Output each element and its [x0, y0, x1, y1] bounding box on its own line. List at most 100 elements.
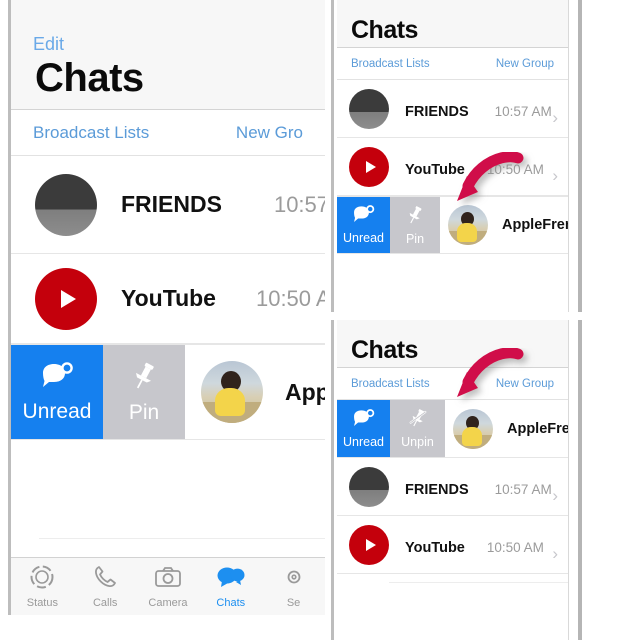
play-triangle-icon: [60, 289, 76, 308]
tab-settings[interactable]: Se: [262, 564, 325, 609]
column-gutter: [325, 0, 331, 640]
camera-icon: [154, 564, 182, 595]
applefren-avatar: [201, 361, 263, 423]
new-group-link[interactable]: New Gro: [236, 123, 303, 143]
swipe-action-row: Unread Pin: [11, 344, 325, 440]
chat-name: YouTube: [405, 161, 465, 178]
pin-action-label: Pin: [128, 401, 160, 424]
chat-name: FRIENDS: [405, 481, 469, 498]
unpin-icon: [407, 408, 429, 433]
chat-time: 10:57 AM: [494, 481, 552, 497]
broadcast-newgroup-bar: Broadcast Lists New Gro: [11, 110, 325, 156]
chevron-right-icon: ›: [552, 544, 558, 563]
phone-panel-top-right: Chats Broadcast Lists New Group FRIENDS …: [337, 0, 569, 312]
top-right-panel-bezel-left: [331, 0, 334, 312]
unread-action-label: Unread: [22, 400, 92, 423]
unread-action-button[interactable]: Unread: [337, 400, 390, 457]
chat-name: Apple: [285, 378, 325, 405]
chat-time: 10:57 AM: [494, 103, 552, 119]
edit-button[interactable]: Edit: [33, 34, 64, 54]
broadcast-lists-link[interactable]: Broadcast Lists: [351, 58, 430, 70]
pin-action-label: Pin: [405, 231, 425, 246]
pin-action-button[interactable]: Pin: [103, 345, 185, 439]
phone-icon: [92, 564, 118, 595]
unread-action-button[interactable]: Unread: [337, 197, 390, 253]
swipe-row-content[interactable]: Apple: [185, 345, 325, 439]
phone-panel-bottom-right: Chats Broadcast Lists New Group Unread U…: [337, 320, 569, 640]
chat-time: 10:50 AM: [255, 285, 325, 311]
tab-label: Status: [26, 597, 58, 609]
chat-row[interactable]: YouTube 10:50 AM: [11, 254, 325, 344]
chat-row[interactable]: FRIENDS 10:57 AM: [11, 156, 325, 254]
list-separator: [39, 538, 325, 539]
friends-avatar: [35, 173, 97, 236]
chat-time: 10:57 AM: [273, 191, 325, 217]
unread-chat-bubble-icon: [352, 205, 375, 229]
chevron-right-icon: ›: [552, 108, 558, 127]
tab-status[interactable]: Status: [11, 564, 74, 609]
chat-time: 10:50 AM: [486, 161, 544, 177]
left-bottom-gutter: [0, 615, 325, 640]
pin-icon: [405, 205, 425, 230]
chat-row[interactable]: FRIENDS 10:57 AM ›: [337, 80, 568, 138]
unpin-action-button[interactable]: Unpin: [390, 400, 445, 457]
play-triangle-icon: [365, 160, 376, 173]
tab-label: Se: [286, 597, 301, 609]
list-separator: [389, 582, 568, 583]
nav-header: Chats: [337, 0, 568, 48]
unread-action-label: Unread: [343, 231, 384, 246]
tab-camera[interactable]: Camera: [137, 564, 200, 609]
chat-row[interactable]: YouTube 10:50 AM ›: [337, 516, 568, 574]
nav-header: Chats: [337, 320, 568, 368]
right-gutter: [582, 0, 640, 640]
page-title: Chats: [351, 336, 418, 364]
unread-chat-bubble-icon: [352, 408, 375, 433]
tab-calls[interactable]: Calls: [74, 564, 137, 609]
left-gutter: [0, 0, 8, 640]
chat-name: YouTube: [121, 285, 216, 311]
chat-name: FRIENDS: [121, 191, 222, 217]
chat-time: 10:50 AM: [486, 539, 544, 555]
chat-row[interactable]: YouTube 10:50 AM ›: [337, 138, 568, 196]
status-ring-icon: [29, 564, 55, 595]
tab-bar: Status Calls Camera Chats Se: [11, 557, 325, 615]
tab-chats[interactable]: Chats: [199, 564, 262, 609]
tab-label: Calls: [92, 597, 118, 609]
applefren-avatar: [448, 205, 488, 245]
pin-icon: [129, 361, 159, 396]
unread-action-label: Unread: [343, 434, 384, 449]
youtube-avatar: [349, 146, 389, 187]
friends-avatar: [349, 466, 389, 507]
chat-name: AppleFren: [507, 420, 568, 437]
bottom-right-panel-bezel-left: [331, 320, 334, 640]
chat-name: YouTube: [405, 539, 465, 556]
chat-name: FRIENDS: [405, 103, 469, 120]
swipe-action-row: Unread Pin: [337, 196, 568, 254]
unread-action-button[interactable]: Unread: [11, 345, 103, 439]
tab-label: Camera: [148, 597, 188, 609]
chevron-right-icon: ›: [552, 166, 558, 185]
page-title: Chats: [351, 16, 418, 44]
tab-label: Chats: [216, 597, 246, 609]
chat-row[interactable]: FRIENDS 10:57 AM ›: [337, 458, 568, 516]
swipe-row-content[interactable]: AppleFren: [440, 197, 569, 253]
broadcast-newgroup-bar: Broadcast Lists New Group: [337, 368, 568, 400]
unread-chat-bubble-icon: [40, 362, 74, 395]
new-group-link[interactable]: New Group: [496, 378, 554, 390]
friends-avatar: [349, 88, 389, 129]
screenshot-stage: Edit Chats Broadcast Lists New Gro FRIEN…: [0, 0, 640, 640]
new-group-link[interactable]: New Group: [496, 58, 554, 70]
youtube-avatar: [35, 267, 97, 330]
phone-panel-left: Edit Chats Broadcast Lists New Gro FRIEN…: [11, 0, 325, 615]
youtube-avatar: [349, 524, 389, 565]
chevron-right-icon: ›: [552, 486, 558, 505]
chat-name: AppleFren: [502, 217, 569, 233]
chats-bubbles-icon: [216, 564, 246, 595]
broadcast-lists-link[interactable]: Broadcast Lists: [351, 378, 430, 390]
pin-action-button[interactable]: Pin: [390, 197, 440, 253]
broadcast-newgroup-bar: Broadcast Lists New Group: [337, 48, 568, 80]
swipe-row-content[interactable]: AppleFren: [445, 400, 568, 457]
broadcast-lists-link[interactable]: Broadcast Lists: [33, 123, 149, 143]
nav-header: Edit Chats: [11, 0, 325, 110]
page-title: Chats: [35, 56, 144, 100]
